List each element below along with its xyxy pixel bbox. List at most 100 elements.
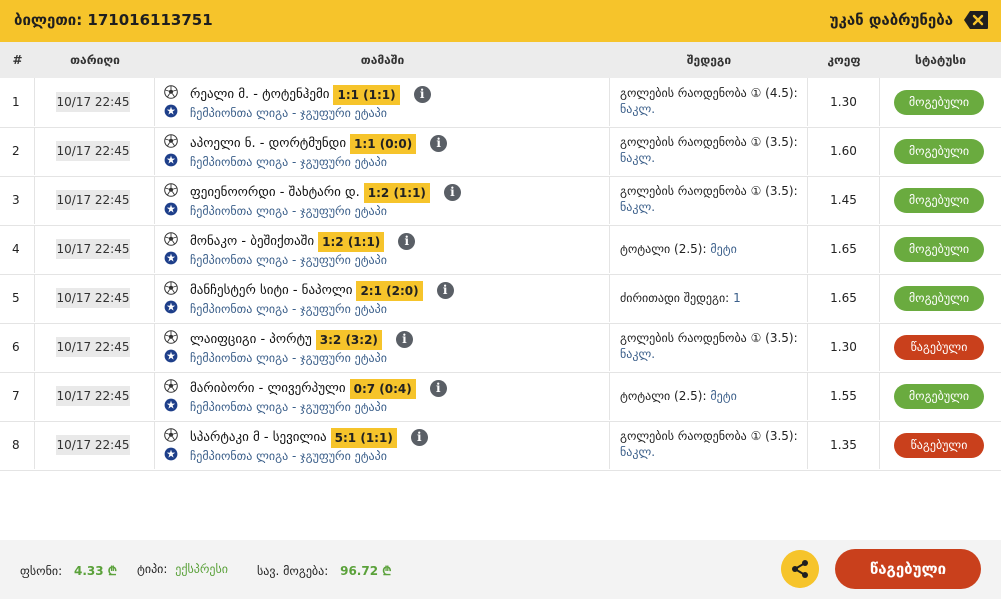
bet-market: გოლების რაოდენობა ① (4.5): bbox=[620, 86, 798, 100]
odds-value: 1.60 bbox=[808, 127, 880, 175]
ticket-header: ბილეთი: 171016113751 უკან დაბრუნება bbox=[0, 0, 1001, 42]
table-row: 7 10/17 22:45 მარიბორი - ლივერპული 0:7 (0… bbox=[0, 372, 1001, 422]
info-icon[interactable]: i bbox=[395, 331, 413, 348]
match-line: სპარტაკი მ - სევილია 5:1 (1:1) i bbox=[190, 427, 428, 448]
col-odds: კოეფ bbox=[827, 53, 861, 67]
match-line: რეალი მ. - ტოტენჰემი 1:1 (1:1) i bbox=[190, 84, 431, 105]
bet-selection: ტოტალი (2.5): მეტი bbox=[620, 241, 805, 257]
bet-market: გოლების რაოდენობა ① (3.5): bbox=[620, 331, 798, 345]
game-cell: სპარტაკი მ - სევილია 5:1 (1:1) i ჩემპიონთა… bbox=[155, 421, 610, 469]
bet-choice: 1 bbox=[733, 291, 741, 305]
bet-selection: გოლების რაოდენობა ① (3.5): ნაკლ. bbox=[620, 134, 805, 166]
table-row: 4 10/17 22:45 მონაკო - ბეშიქთაში 1:2 (1:1… bbox=[0, 225, 1001, 275]
result-cell: გოლების რაოდენობა ① (3.5): ნაკლ. bbox=[610, 421, 808, 469]
league-name: ჩემპიონთა ლიგა - ჯგუფური ეტაპი bbox=[190, 204, 387, 218]
match-date: 10/17 22:45 bbox=[56, 337, 130, 357]
bet-market: ტოტალი (2.5): bbox=[620, 389, 707, 403]
match-name[interactable]: მანჩესტერ სიტი - ნაპოლი bbox=[190, 283, 352, 298]
soccer-ball-icon bbox=[164, 232, 178, 246]
status-cell: მოგებული bbox=[880, 274, 1001, 322]
row-number: 7 bbox=[0, 372, 35, 420]
champions-league-icon bbox=[164, 300, 178, 314]
table-row: 2 10/17 22:45 აპოელი ნ. - დორტმუნდი 1:1 (… bbox=[0, 127, 1001, 177]
info-icon[interactable]: i bbox=[410, 429, 428, 446]
status-badge[interactable]: მოგებული bbox=[894, 237, 984, 262]
match-score: 0:7 (0:4) bbox=[349, 378, 416, 399]
status-badge[interactable]: მოგებული bbox=[894, 384, 984, 409]
match-line: ფეიენოორდი - შახტარი დ. 1:2 (1:1) i bbox=[190, 182, 461, 203]
match-date: 10/17 22:45 bbox=[56, 435, 130, 455]
bet-selection: გოლების რაოდენობა ① (3.5): ნაკლ. bbox=[620, 183, 805, 215]
info-icon[interactable]: i bbox=[430, 135, 448, 152]
odds-value: 1.65 bbox=[808, 225, 880, 273]
table-row: 1 10/17 22:45 რეალი მ. - ტოტენჰემი 1:1 (1… bbox=[0, 78, 1001, 128]
ticket-status-button[interactable]: წაგებული bbox=[835, 549, 981, 589]
champions-league-icon bbox=[164, 202, 178, 216]
back-button[interactable]: უკან დაბრუნება bbox=[830, 11, 953, 29]
champions-league-icon bbox=[164, 251, 178, 265]
status-badge[interactable]: წაგებული bbox=[894, 433, 984, 458]
stake-label: ფსონი: bbox=[20, 564, 63, 578]
odds-value: 1.35 bbox=[808, 421, 880, 469]
league-name: ჩემპიონთა ლიგა - ჯგუფური ეტაპი bbox=[190, 155, 387, 169]
odds-value: 1.45 bbox=[808, 176, 880, 224]
game-cell: აპოელი ნ. - დორტმუნდი 1:1 (0:0) i ჩემპიონთ… bbox=[155, 127, 610, 175]
info-icon[interactable]: i bbox=[436, 282, 454, 299]
info-icon[interactable]: i bbox=[398, 233, 416, 250]
info-icon[interactable]: i bbox=[413, 86, 431, 103]
soccer-ball-icon bbox=[164, 330, 178, 344]
bet-market: გოლების რაოდენობა ① (3.5): bbox=[620, 135, 798, 149]
date-cell: 10/17 22:45 bbox=[35, 225, 155, 273]
table-row: 5 10/17 22:45 მანჩესტერ სიტი - ნაპოლი 2:1… bbox=[0, 274, 1001, 324]
type-info: ტიპი: ექსპრესი bbox=[137, 562, 228, 576]
match-line: მარიბორი - ლივერპული 0:7 (0:4) i bbox=[190, 378, 447, 399]
close-icon[interactable] bbox=[963, 10, 989, 30]
status-cell: წაგებული bbox=[880, 323, 1001, 371]
table-row: 8 10/17 22:45 სპარტაკი მ - სევილია 5:1 (1… bbox=[0, 421, 1001, 471]
status-cell: მოგებული bbox=[880, 372, 1001, 420]
date-cell: 10/17 22:45 bbox=[35, 274, 155, 322]
row-number: 3 bbox=[0, 176, 35, 224]
bet-selection: გოლების რაოდენობა ① (3.5): ნაკლ. bbox=[620, 330, 805, 362]
info-icon[interactable]: i bbox=[443, 184, 461, 201]
row-number: 6 bbox=[0, 323, 35, 371]
share-icon[interactable] bbox=[781, 550, 819, 588]
status-badge[interactable]: მოგებული bbox=[894, 90, 984, 115]
table-row: 3 10/17 22:45 ფეიენოორდი - შახტარი დ. 1:2… bbox=[0, 176, 1001, 226]
table-header: # თარიღი თამაში შედეგი კოეფ სტატუსი bbox=[0, 42, 1001, 78]
match-name[interactable]: აპოელი ნ. - დორტმუნდი bbox=[190, 136, 346, 151]
bet-choice: ნაკლ. bbox=[620, 445, 656, 459]
row-number: 2 bbox=[0, 127, 35, 175]
match-name[interactable]: სპარტაკი მ - სევილია bbox=[190, 430, 327, 445]
result-cell: გოლების რაოდენობა ① (3.5): ნაკლ. bbox=[610, 176, 808, 224]
win-label: სავ. მოგება: bbox=[257, 564, 329, 578]
bet-market: გოლების რაოდენობა ① (3.5): bbox=[620, 429, 798, 443]
status-cell: მოგებული bbox=[880, 176, 1001, 224]
match-name[interactable]: მონაკო - ბეშიქთაში bbox=[190, 234, 314, 249]
bet-choice: მეტი bbox=[710, 389, 737, 403]
odds-value: 1.65 bbox=[808, 274, 880, 322]
date-cell: 10/17 22:45 bbox=[35, 127, 155, 175]
status-badge[interactable]: მოგებული bbox=[894, 286, 984, 311]
status-badge[interactable]: წაგებული bbox=[894, 335, 984, 360]
status-cell: წაგებული bbox=[880, 421, 1001, 469]
row-number: 5 bbox=[0, 274, 35, 322]
match-name[interactable]: ფეიენოორდი - შახტარი დ. bbox=[190, 185, 360, 200]
game-cell: რეალი მ. - ტოტენჰემი 1:1 (1:1) i ჩემპიონთა… bbox=[155, 78, 610, 126]
date-cell: 10/17 22:45 bbox=[35, 372, 155, 420]
league-name: ჩემპიონთა ლიგა - ჯგუფური ეტაპი bbox=[190, 106, 387, 120]
match-name[interactable]: ლაიფციგი - პორტუ bbox=[190, 332, 312, 347]
col-result: შედეგი bbox=[686, 53, 732, 67]
match-name[interactable]: მარიბორი - ლივერპული bbox=[190, 381, 346, 396]
match-line: მონაკო - ბეშიქთაში 1:2 (1:1) i bbox=[190, 231, 416, 252]
info-icon[interactable]: i bbox=[429, 380, 447, 397]
champions-league-icon bbox=[164, 447, 178, 461]
league-name: ჩემპიონთა ლიგა - ჯგუფური ეტაპი bbox=[190, 302, 387, 316]
bet-selection: გოლების რაოდენობა ① (4.5): ნაკლ. bbox=[620, 85, 805, 117]
status-badge[interactable]: მოგებული bbox=[894, 188, 984, 213]
match-name[interactable]: რეალი მ. - ტოტენჰემი bbox=[190, 87, 329, 102]
league-name: ჩემპიონთა ლიგა - ჯგუფური ეტაპი bbox=[190, 449, 387, 463]
status-badge[interactable]: მოგებული bbox=[894, 139, 984, 164]
date-cell: 10/17 22:45 bbox=[35, 78, 155, 126]
col-date: თარიღი bbox=[70, 53, 120, 67]
